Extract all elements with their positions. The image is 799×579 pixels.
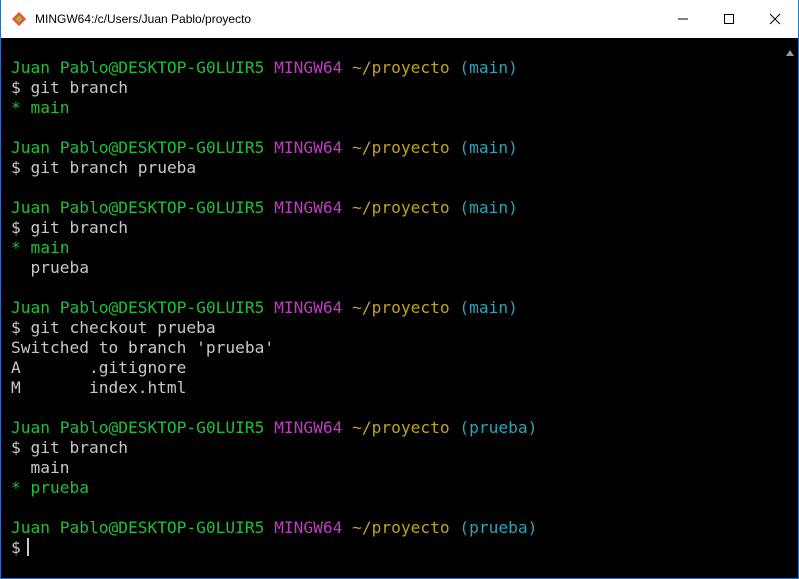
vertical-scrollbar[interactable]: [782, 42, 796, 578]
command-text: git branch prueba: [30, 158, 197, 177]
prompt-path: ~/proyecto: [352, 198, 450, 217]
output-line: * main: [11, 238, 70, 257]
minimize-icon: [678, 18, 688, 20]
output-line: A .gitignore: [11, 358, 187, 377]
prompt-symbol: $: [11, 438, 21, 457]
window-controls: [660, 0, 798, 38]
prompt-symbol: $: [11, 218, 21, 237]
output-line: * prueba: [11, 478, 89, 497]
command-line: $ git branch: [11, 218, 768, 238]
prompt-env: MINGW64: [274, 58, 343, 77]
prompt-path: ~/proyecto: [352, 418, 450, 437]
prompt-env: MINGW64: [274, 518, 343, 537]
prompt-symbol: $: [11, 538, 21, 557]
prompt-branch: (main): [459, 58, 518, 77]
prompt-line: Juan Pablo@DESKTOP-G0LUIR5 MINGW64 ~/pro…: [11, 418, 768, 438]
prompt-env: MINGW64: [274, 198, 343, 217]
prompt-branch: (prueba): [459, 418, 538, 437]
output-line: Switched to branch 'prueba': [11, 338, 275, 357]
text-cursor: [26, 538, 29, 556]
output-line: main: [11, 458, 70, 477]
command-line: $ git branch: [11, 78, 768, 98]
prompt-path: ~/proyecto: [352, 518, 450, 537]
close-icon: [769, 13, 781, 25]
prompt-branch: (prueba): [459, 518, 538, 537]
prompt-user-host: Juan Pablo@DESKTOP-G0LUIR5: [11, 58, 265, 77]
terminal-window: MINGW64:/c/Users/Juan Pablo/proyecto Jua…: [0, 0, 799, 579]
prompt-user-host: Juan Pablo@DESKTOP-G0LUIR5: [11, 138, 265, 157]
command-text: git branch: [30, 218, 128, 237]
prompt-env: MINGW64: [274, 298, 343, 317]
command-input-line[interactable]: $: [11, 538, 768, 558]
prompt-user-host: Juan Pablo@DESKTOP-G0LUIR5: [11, 518, 265, 537]
prompt-user-host: Juan Pablo@DESKTOP-G0LUIR5: [11, 298, 265, 317]
prompt-symbol: $: [11, 318, 21, 337]
prompt-branch: (main): [459, 138, 518, 157]
output-line: M index.html: [11, 378, 187, 397]
command-text: git checkout prueba: [30, 318, 216, 337]
minimize-button[interactable]: [660, 0, 706, 38]
command-line: $ git branch: [11, 438, 768, 458]
prompt-line: Juan Pablo@DESKTOP-G0LUIR5 MINGW64 ~/pro…: [11, 138, 768, 158]
prompt-path: ~/proyecto: [352, 298, 450, 317]
output-line: prueba: [11, 258, 89, 277]
command-line: $ git branch prueba: [11, 158, 768, 178]
prompt-branch: (main): [459, 298, 518, 317]
maximize-icon: [724, 14, 734, 24]
prompt-symbol: $: [11, 158, 21, 177]
command-text: git branch: [30, 438, 128, 457]
git-diamond-icon: [11, 11, 27, 27]
prompt-line: Juan Pablo@DESKTOP-G0LUIR5 MINGW64 ~/pro…: [11, 518, 768, 538]
maximize-button[interactable]: [706, 0, 752, 38]
prompt-path: ~/proyecto: [352, 138, 450, 157]
prompt-symbol: $: [11, 78, 21, 97]
command-text: git branch: [30, 78, 128, 97]
prompt-branch: (main): [459, 198, 518, 217]
close-button[interactable]: [752, 0, 798, 38]
prompt-user-host: Juan Pablo@DESKTOP-G0LUIR5: [11, 198, 265, 217]
prompt-user-host: Juan Pablo@DESKTOP-G0LUIR5: [11, 418, 265, 437]
output-line: * main: [11, 98, 70, 117]
title-bar[interactable]: MINGW64:/c/Users/Juan Pablo/proyecto: [1, 0, 798, 38]
prompt-line: Juan Pablo@DESKTOP-G0LUIR5 MINGW64 ~/pro…: [11, 298, 768, 318]
command-line: $ git checkout prueba: [11, 318, 768, 338]
prompt-line: Juan Pablo@DESKTOP-G0LUIR5 MINGW64 ~/pro…: [11, 198, 768, 218]
terminal-output[interactable]: Juan Pablo@DESKTOP-G0LUIR5 MINGW64 ~/pro…: [11, 58, 768, 578]
window-title: MINGW64:/c/Users/Juan Pablo/proyecto: [35, 12, 252, 26]
prompt-env: MINGW64: [274, 418, 343, 437]
scroll-up-arrow-icon[interactable]: [786, 50, 794, 56]
prompt-path: ~/proyecto: [352, 58, 450, 77]
prompt-env: MINGW64: [274, 138, 343, 157]
prompt-line: Juan Pablo@DESKTOP-G0LUIR5 MINGW64 ~/pro…: [11, 58, 768, 78]
